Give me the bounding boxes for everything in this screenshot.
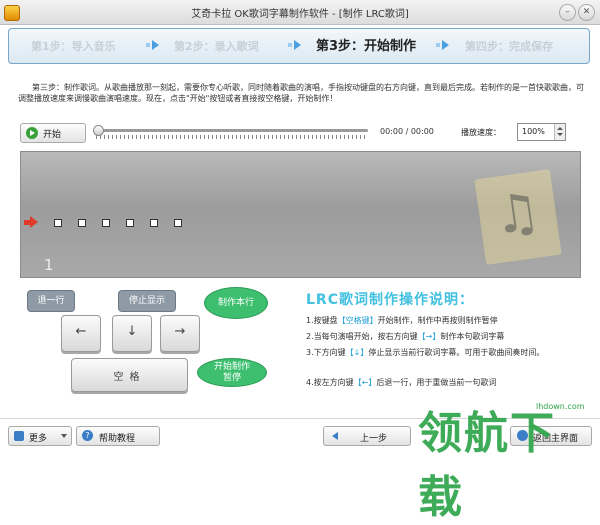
instruction-item: 1.按键盘【空格键】开始制作，制作中再按则制作暂停 xyxy=(306,316,498,325)
speed-value: 100% xyxy=(522,127,545,136)
lyric-placeholder-dot xyxy=(126,219,134,227)
step-arrow-icon xyxy=(146,40,159,50)
line-number: 1 xyxy=(44,256,54,274)
right-key: → xyxy=(160,315,200,352)
space-key: 空格 xyxy=(71,358,188,392)
back-arrow-icon xyxy=(332,432,338,440)
instruction-item: 4.按左方向键【←】后退一行，用于重做当前一句歌词 xyxy=(306,378,497,387)
step-2: 第2步：录入歌词 xyxy=(174,40,259,53)
progress-slider-handle[interactable] xyxy=(93,125,104,136)
step-1: 第1步：导入音乐 xyxy=(31,40,116,53)
make-line-bubble: 制作本行 xyxy=(204,287,268,319)
grid-icon xyxy=(14,431,24,441)
help-button[interactable]: ? 帮助教程 xyxy=(76,426,160,446)
space-key-label: 空格 xyxy=(113,372,146,383)
window-title: 艾奇卡拉 OK歌词字幕制作软件 - [制作 LRC歌词] xyxy=(191,9,409,20)
lyric-placeholder-dot xyxy=(150,219,158,227)
start-button[interactable]: 开始 xyxy=(20,123,86,143)
step-3-active: 第3步：开始制作 xyxy=(316,39,417,54)
more-button-label: 更多 xyxy=(29,434,48,444)
start-button-label: 开始 xyxy=(43,130,62,140)
minimize-button[interactable]: – xyxy=(559,4,576,21)
prev-line-bubble: 退一行 xyxy=(27,290,75,312)
current-line-arrow-icon xyxy=(24,216,38,228)
prev-step-button[interactable]: 上一步 xyxy=(323,426,411,446)
lyric-placeholder-dot xyxy=(78,219,86,227)
down-key: ↓ xyxy=(112,315,152,352)
music-note-icon: ♫ xyxy=(474,169,562,265)
start-pause-line-1: 开始制作 xyxy=(213,362,250,372)
watermark-logo: 领航下载 xyxy=(418,408,556,523)
lyric-placeholder-dot xyxy=(102,219,110,227)
help-button-label: 帮助教程 xyxy=(99,434,136,444)
stop-display-bubble: 停止显示 xyxy=(118,290,176,312)
lyric-panel: ♫ 1 xyxy=(20,151,581,278)
down-arrow-icon: ↓ xyxy=(126,324,138,339)
spinner-arrows-icon[interactable] xyxy=(554,124,565,140)
step-arrow-icon xyxy=(288,40,301,50)
step-bar: 第1步：导入音乐 第2步：录入歌词 第3步：开始制作 第四步：完成保存 xyxy=(8,28,590,64)
lyric-placeholder-dot xyxy=(174,219,182,227)
lyric-placeholder-dot xyxy=(54,219,62,227)
left-arrow-icon: ← xyxy=(75,324,87,339)
instruction-item: 2.当每句演唱开始，按右方向键【→】制作本句歌词字幕 xyxy=(306,332,505,341)
help-icon: ? xyxy=(82,430,93,441)
prev-step-label: 上一步 xyxy=(360,434,388,444)
progress-ticks xyxy=(96,135,368,139)
more-button[interactable]: 更多 xyxy=(8,426,72,446)
watermark-url: lhdown.com xyxy=(536,402,585,411)
left-key: ← xyxy=(61,315,101,352)
step-description: 第三步：制作歌词。从歌曲播放那一刻起，需要你专心听歌，同时随着歌曲的演唱，手指按… xyxy=(18,83,584,103)
title-bar: 艾奇卡拉 OK歌词字幕制作软件 - [制作 LRC歌词] – ✕ xyxy=(0,0,600,25)
time-readout: 00:00 / 00:00 xyxy=(380,127,434,136)
start-pause-bubble: 开始制作 暂停 xyxy=(197,358,267,387)
right-arrow-icon: → xyxy=(174,324,186,339)
step-arrow-icon xyxy=(436,40,449,50)
progress-track[interactable] xyxy=(96,129,368,132)
start-pause-line-2: 暂停 xyxy=(222,373,241,383)
close-button[interactable]: ✕ xyxy=(578,4,595,21)
instruction-item: 3.下方向键【↓】停止显示当前行歌词字幕。可用于歌曲间奏时间。 xyxy=(306,348,545,357)
instructions-title: LRC歌词制作操作说明： xyxy=(306,292,474,308)
play-icon xyxy=(26,127,38,139)
speed-label: 播放速度： xyxy=(461,128,501,137)
step-4: 第四步：完成保存 xyxy=(465,40,553,53)
chevron-down-icon xyxy=(61,434,67,438)
speed-select[interactable]: 100% xyxy=(517,123,566,141)
